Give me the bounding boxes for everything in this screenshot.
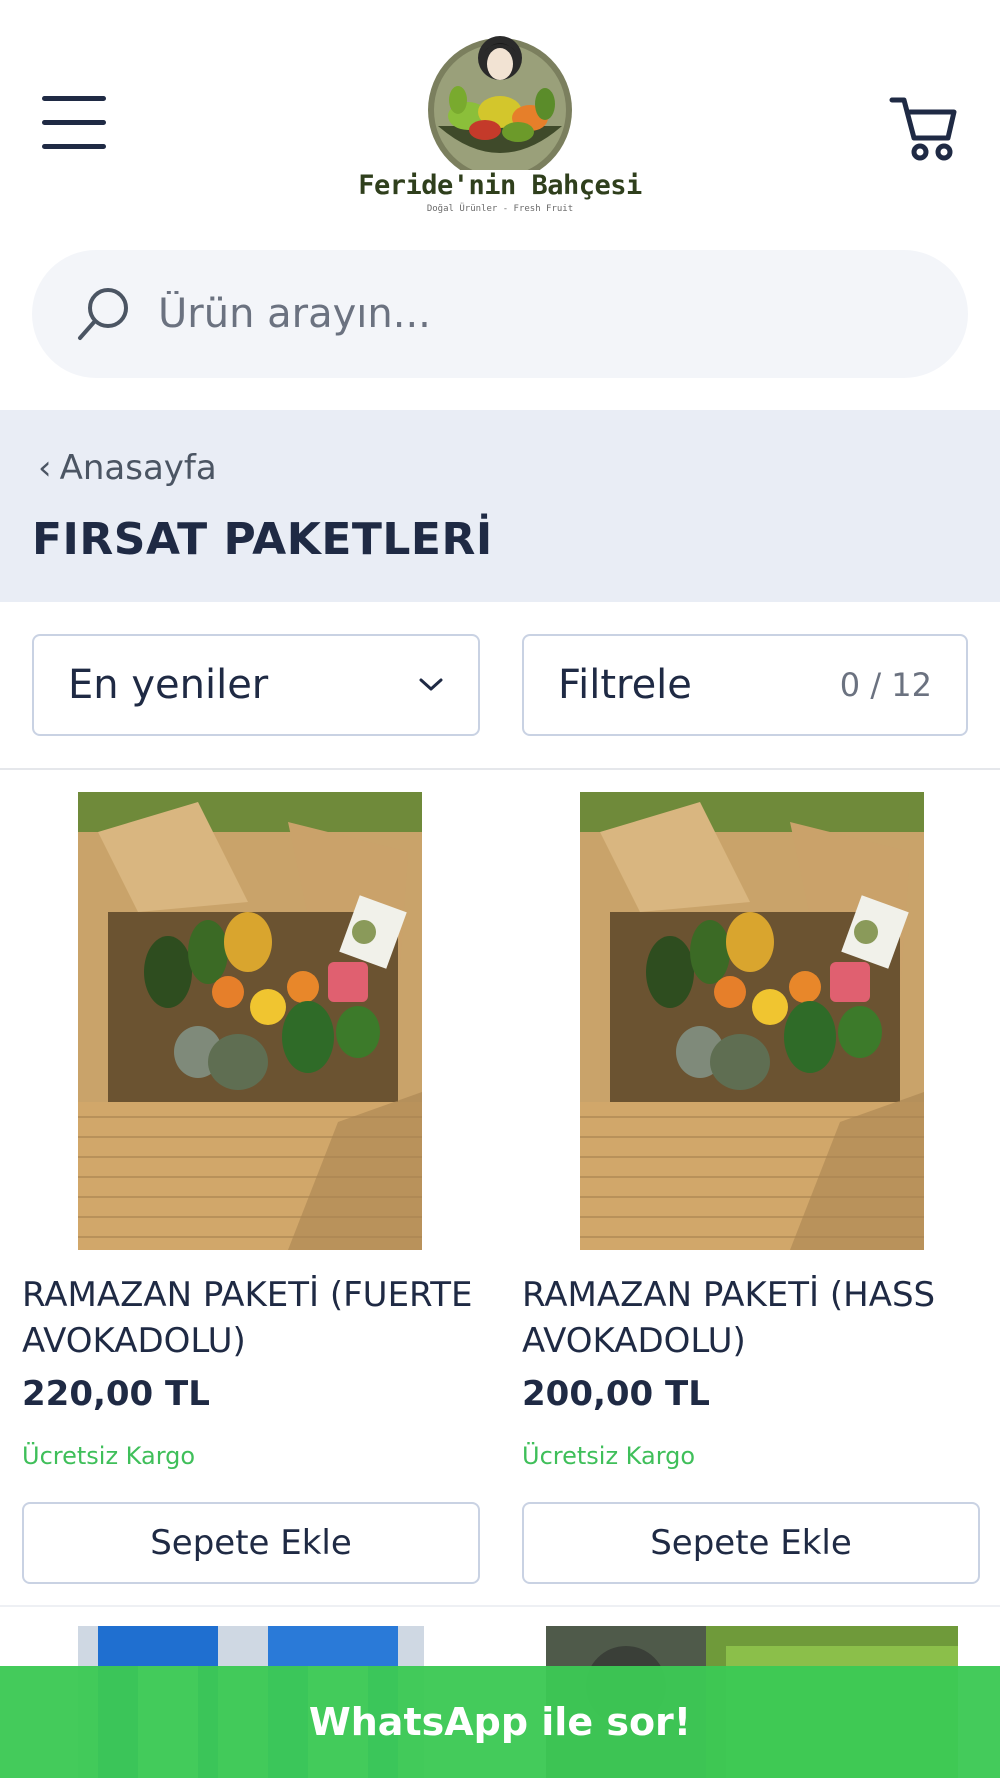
search-input[interactable] [156, 290, 896, 338]
free-shipping-label: Ücretsiz Kargo [522, 1442, 696, 1470]
row-divider [0, 1605, 1000, 1607]
product-name[interactable]: RAMAZAN PAKETİ (FUERTE AVOKADOLU) [22, 1272, 482, 1364]
sort-selected-value: En yeniler [68, 662, 269, 708]
whatsapp-label: WhatsApp ile sor! [308, 1700, 692, 1744]
filter-label: Filtrele [558, 662, 692, 708]
add-to-cart-button[interactable]: Sepete Ekle [22, 1502, 480, 1584]
listing-controls: En yeniler Filtrele 0 / 12 [0, 602, 1000, 770]
search-bar [32, 250, 968, 378]
shopping-cart-icon[interactable] [888, 94, 960, 164]
site-logo[interactable]: Feride'nin Bahçesi Doğal Ürünler - Fresh… [350, 30, 650, 220]
page-title: FIRSAT PAKETLERİ [32, 514, 493, 565]
breadcrumb-label: Anasayfa [59, 448, 217, 488]
add-to-cart-button[interactable]: Sepete Ekle [522, 1502, 980, 1584]
site-header: Feride'nin Bahçesi Doğal Ürünler - Fresh… [0, 0, 1000, 235]
chevron-left-icon: ‹ [38, 448, 52, 488]
product-image[interactable] [580, 792, 924, 1250]
category-header: ‹ Anasayfa FIRSAT PAKETLERİ [0, 410, 1000, 602]
whatsapp-ask-button[interactable]: WhatsApp ile sor! [0, 1666, 1000, 1778]
logo-tagline: Doğal Ürünler - Fresh Fruit [426, 204, 574, 214]
hamburger-menu-icon[interactable] [42, 96, 108, 152]
logo-emblem [428, 36, 572, 182]
page: Feride'nin Bahçesi Doğal Ürünler - Fresh… [0, 0, 1000, 1778]
chevron-down-icon [419, 678, 443, 691]
sort-select[interactable]: En yeniler [32, 634, 480, 736]
free-shipping-label: Ücretsiz Kargo [22, 1442, 196, 1470]
breadcrumb-home-link[interactable]: ‹ Anasayfa [38, 448, 217, 488]
search-icon[interactable] [74, 284, 134, 344]
product-price: 220,00 TL [22, 1374, 210, 1414]
product-price: 200,00 TL [522, 1374, 710, 1414]
logo-name: Feride'nin Bahçesi [358, 170, 642, 201]
filter-button[interactable]: Filtrele 0 / 12 [522, 634, 968, 736]
filter-count: 0 / 12 [839, 666, 932, 704]
product-image[interactable] [78, 792, 422, 1250]
product-name[interactable]: RAMAZAN PAKETİ (HASS AVOKADOLU) [522, 1272, 982, 1364]
